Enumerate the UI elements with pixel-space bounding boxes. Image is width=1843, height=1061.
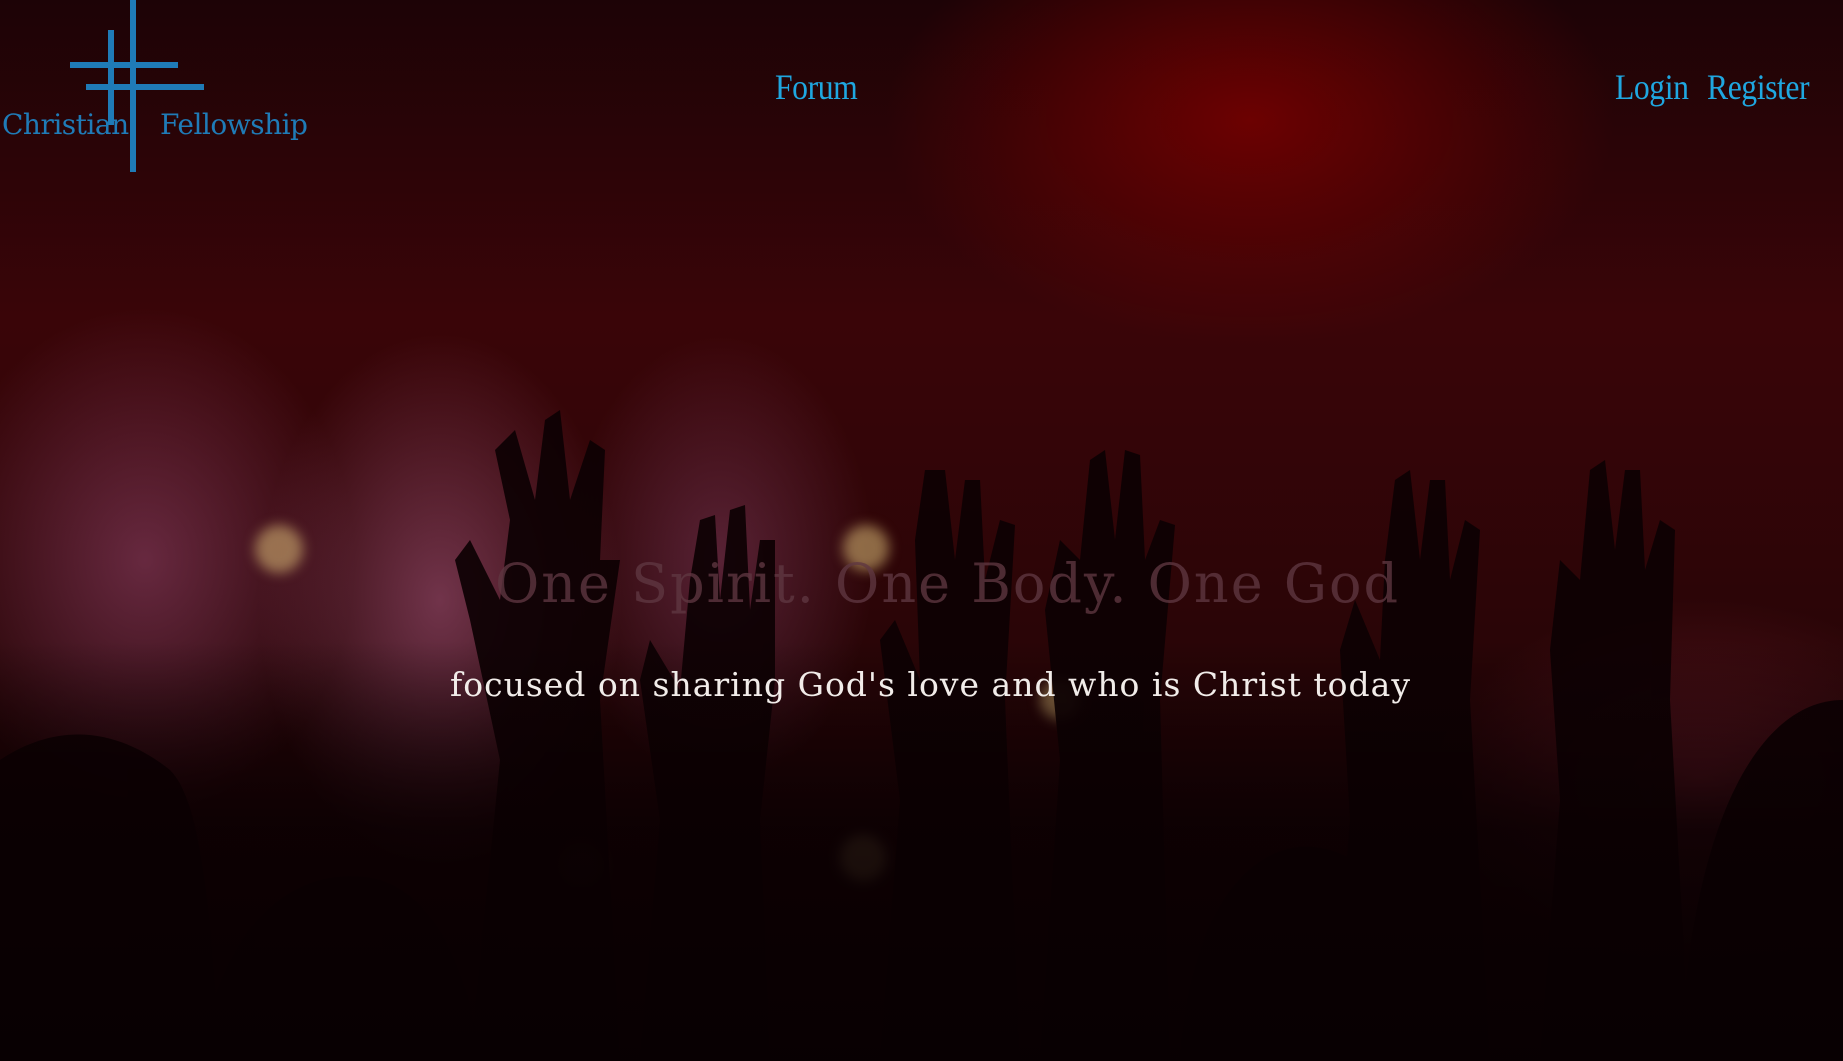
cross-icon [70,0,204,172]
hero-subtitle: focused on sharing God's love and who is… [450,665,1411,704]
logo-text-fellowship: Fellowship [160,108,308,141]
site-logo[interactable]: Christian Fellowship [0,0,308,175]
nav-link-forum[interactable]: Forum [775,66,858,108]
crowd-shadow [0,641,1843,1061]
page: Christian Fellowship Forum Login Registe… [0,0,1843,1061]
nav-link-login[interactable]: Login [1615,66,1689,108]
hero-title: One Spirit. One Body. One God [494,552,1401,615]
nav-link-register[interactable]: Register [1707,66,1810,108]
logo-text-christian: Christian [2,108,129,141]
